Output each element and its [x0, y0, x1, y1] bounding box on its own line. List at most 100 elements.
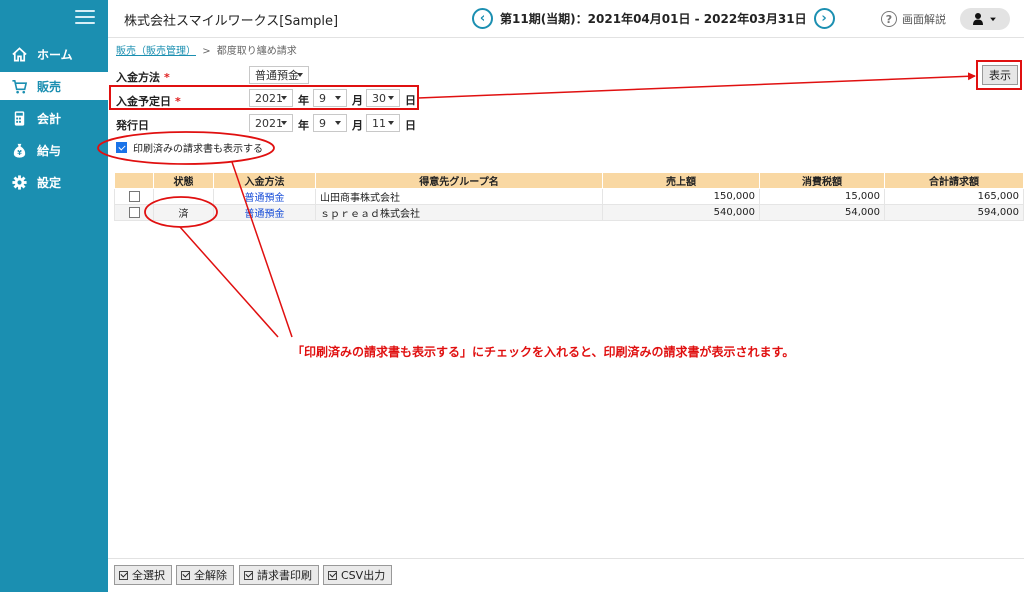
row-checkbox[interactable]: [128, 207, 140, 218]
row-method-link[interactable]: 普通預金: [213, 204, 316, 221]
help-icon: ?: [881, 11, 897, 27]
breadcrumb-separator: >: [202, 46, 211, 57]
show-printed-option[interactable]: 印刷済みの請求書も表示する: [116, 140, 263, 155]
checkbox-icon: [328, 570, 337, 580]
year-unit: 年: [298, 94, 309, 107]
invoice-table: 状態 入金方法 得意先グループ名 売上額 消費税額 合計請求額 普通預金 山田商…: [114, 172, 1024, 221]
table-row: 済 普通預金 ｓｐｒｅａｄ株式会社 540,000 54,000 594,000: [114, 204, 1024, 221]
chevron-down-icon: [281, 96, 287, 100]
payment-method-label: 入金方法 *: [116, 69, 170, 85]
chevron-down-icon: [335, 96, 341, 100]
sidebar-item-label: 会計: [37, 111, 62, 126]
user-menu-button[interactable]: [960, 8, 1010, 30]
csv-export-label: CSV出力: [341, 569, 386, 582]
svg-text:¥: ¥: [17, 149, 22, 157]
show-button[interactable]: 表示: [982, 65, 1018, 85]
checkbox-icon: [119, 570, 128, 580]
month-unit: 月: [352, 94, 363, 107]
breadcrumb-parent-link[interactable]: 販売（販売管理）: [116, 46, 196, 57]
day-unit: 日: [405, 94, 416, 107]
sidebar-item-home[interactable]: ホーム: [0, 40, 108, 68]
table-header-group: 得意先グループ名: [315, 172, 603, 189]
prev-period-icon[interactable]: ‹: [472, 8, 493, 29]
sidebar-item-sales[interactable]: 販売: [0, 72, 108, 100]
user-icon: [973, 13, 983, 25]
table-header-tax: 消費税額: [759, 172, 885, 189]
row-total: 594,000: [884, 204, 1024, 221]
issue-month-select[interactable]: 9: [313, 114, 347, 132]
calculator-icon: [10, 109, 28, 127]
csv-export-button[interactable]: CSV出力: [323, 565, 393, 585]
table-header-select: [114, 172, 154, 189]
row-group: 山田商事株式会社: [315, 188, 603, 205]
sidebar-item-label: 販売: [37, 79, 62, 94]
sidebar-item-label: 給与: [37, 143, 62, 158]
required-mark: *: [175, 95, 181, 108]
gear-icon: [10, 173, 28, 191]
next-period-icon[interactable]: ›: [813, 8, 835, 29]
sidebar: ホーム 販売 会計 ¥ 給与 設定: [0, 0, 108, 592]
issue-year-select[interactable]: 2021: [249, 114, 293, 132]
annotation-text: 「印刷済みの請求書も表示する」にチェックを入れると、印刷済みの請求書が表示されま…: [292, 345, 795, 359]
row-tax: 15,000: [759, 188, 885, 205]
payment-method-select[interactable]: 普通預金: [249, 66, 309, 84]
table-header-total: 合計請求額: [884, 172, 1024, 189]
payment-method-label-text: 入金方法: [116, 71, 160, 84]
company-name: 株式会社スマイルワークス[Sample]: [124, 14, 339, 29]
row-select-cell: [114, 188, 154, 205]
deselect-all-button[interactable]: 全解除: [176, 565, 234, 585]
show-printed-label: 印刷済みの請求書も表示する: [133, 144, 263, 155]
due-date-label-text: 入金予定日: [116, 95, 171, 108]
cart-icon: [10, 77, 28, 95]
row-checkbox[interactable]: [128, 191, 140, 202]
caret-down-icon: [990, 17, 996, 22]
table-header-method: 入金方法: [213, 172, 316, 189]
chevron-down-icon: [281, 121, 287, 125]
row-total: 165,000: [884, 188, 1024, 205]
annotation-arrow: [417, 72, 976, 99]
sidebar-item-label: ホーム: [37, 47, 73, 62]
table-header-status: 状態: [153, 172, 214, 189]
row-method-link[interactable]: 普通預金: [213, 188, 316, 205]
help-button[interactable]: ? 画面解説: [881, 11, 946, 27]
table-row: 普通預金 山田商事株式会社 150,000 15,000 165,000: [114, 188, 1024, 205]
print-invoice-button[interactable]: 請求書印刷: [239, 565, 319, 585]
help-label: 画面解説: [902, 13, 946, 26]
menu-icon[interactable]: [75, 10, 95, 26]
select-all-button[interactable]: 全選択: [114, 565, 172, 585]
month-unit: 月: [352, 119, 363, 132]
row-select-cell: [114, 204, 154, 221]
app-root: ホーム 販売 会計 ¥ 給与 設定 株式会社スマイルワークス[Sample] ‹…: [0, 0, 1024, 592]
issue-day-select[interactable]: 11: [366, 114, 400, 132]
day-unit: 日: [405, 119, 416, 132]
sidebar-item-settings[interactable]: 設定: [0, 168, 108, 196]
row-status: 済: [153, 204, 214, 221]
due-day-select[interactable]: 30: [366, 89, 400, 107]
due-year-value: 2021: [255, 91, 283, 105]
sidebar-item-label: 設定: [37, 175, 62, 190]
sidebar-item-accounting[interactable]: 会計: [0, 104, 108, 132]
breadcrumb-current: 都度取り纏め請求: [216, 46, 297, 57]
chevron-down-icon: [297, 73, 303, 77]
payment-method-value: 普通預金: [255, 69, 299, 82]
table-header-sales: 売上額: [602, 172, 760, 189]
annotation-overlay: [97, 60, 1022, 338]
sidebar-item-payroll[interactable]: ¥ 給与: [0, 136, 108, 164]
due-month-select[interactable]: 9: [313, 89, 347, 107]
due-day-value: 30: [372, 91, 386, 105]
required-mark: *: [164, 71, 170, 84]
home-icon: [10, 45, 28, 63]
due-date-label: 入金予定日 *: [116, 93, 181, 109]
chevron-down-icon: [335, 121, 341, 125]
deselect-all-label: 全解除: [194, 569, 227, 582]
top-header: 株式会社スマイルワークス[Sample] ‹ 第11期(当期)：2021年04月…: [108, 0, 1024, 38]
chevron-down-icon: [388, 96, 394, 100]
row-status: [153, 188, 214, 205]
due-year-select[interactable]: 2021: [249, 89, 293, 107]
due-month-value: 9: [319, 91, 326, 105]
issue-day-value: 11: [372, 116, 386, 130]
issue-month-value: 9: [319, 116, 326, 130]
show-printed-checkbox[interactable]: [116, 142, 127, 153]
period-label: 第11期(当期)：2021年04月01日 - 2022年03月31日: [500, 12, 807, 26]
issue-date-label: 発行日: [116, 119, 149, 132]
